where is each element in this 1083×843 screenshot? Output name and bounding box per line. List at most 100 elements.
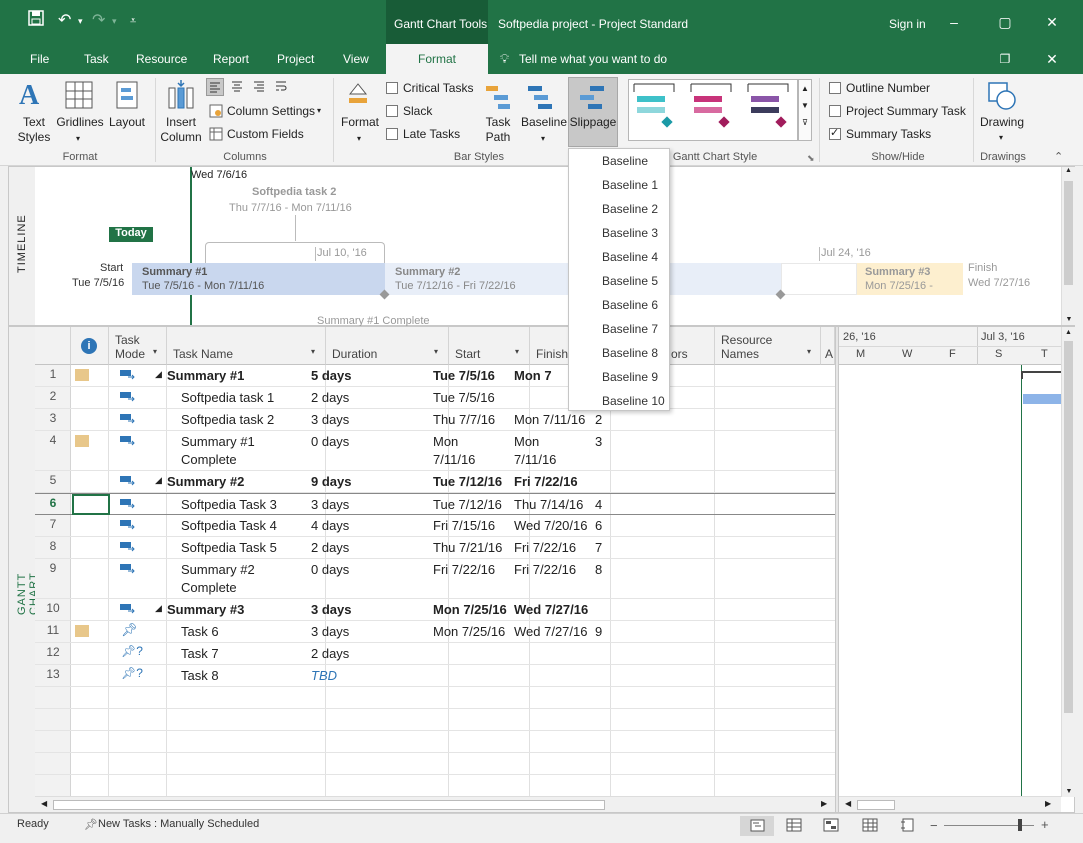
task-name[interactable]: Task 7 (181, 645, 219, 663)
critical-tasks-checkbox[interactable] (386, 82, 398, 94)
table-row[interactable]: 9 Summary #2 Complete 0 days Fri 7/22/16 Fri … (35, 559, 835, 599)
task-predecessors[interactable]: 8 (595, 561, 602, 579)
task-start-line-2[interactable]: 7/11/16 (433, 451, 475, 469)
gantt-vscrollbar[interactable]: ▲ ▼ (1061, 327, 1075, 797)
task-duration[interactable]: 3 days (311, 496, 349, 514)
column-settings-dropdown-icon[interactable]: ▾ (317, 106, 321, 115)
selected-cell[interactable] (72, 494, 110, 515)
tab-resource[interactable]: Resource (136, 52, 187, 66)
drawing-dropdown-icon[interactable]: ▾ (999, 133, 1003, 142)
menu-baseline[interactable]: Baseline (602, 154, 648, 168)
task-finish[interactable]: Mon (514, 433, 594, 451)
duration-header[interactable]: Duration ▾ (326, 327, 449, 365)
late-tasks-checkbox[interactable] (386, 128, 398, 140)
task-name[interactable]: Task 6 (181, 623, 219, 641)
task-duration[interactable]: 2 days (311, 539, 349, 557)
chart-hscrollbar[interactable]: ◀ ▶ (839, 796, 1061, 812)
task-duration[interactable]: 2 days (311, 645, 349, 663)
gantt-task-bar[interactable] (1023, 394, 1061, 404)
tab-format[interactable]: Format (386, 44, 488, 74)
menu-baseline-6[interactable]: Baseline 6 (602, 298, 658, 312)
timeline-scrollbar[interactable]: ▲ ▼ (1061, 167, 1075, 325)
gantt-style-gallery[interactable] (628, 79, 798, 141)
empty-row[interactable] (35, 709, 835, 731)
task-duration[interactable]: 0 days (311, 433, 349, 451)
menu-baseline-1[interactable]: Baseline 1 (602, 178, 658, 192)
start-header[interactable]: Start ▾ (449, 327, 530, 365)
task-duration[interactable]: 5 days (311, 367, 351, 385)
row-number[interactable]: 11 (35, 623, 71, 637)
gallery-scroll[interactable]: ▲ ▼ ⊽ (798, 79, 812, 141)
task-path-button[interactable]: Task Path (481, 115, 515, 145)
menu-baseline-5[interactable]: Baseline 5 (602, 274, 658, 288)
task-predecessors[interactable]: 3 (595, 433, 602, 451)
view-splitter[interactable] (835, 327, 839, 812)
gantt-view-button[interactable] (740, 816, 774, 836)
menu-baseline-4[interactable]: Baseline 4 (602, 250, 658, 264)
row-number[interactable]: 3 (35, 411, 71, 425)
row-number[interactable]: 13 (35, 667, 71, 681)
format-button[interactable]: Format (338, 115, 382, 130)
task-duration[interactable]: 0 days (311, 561, 349, 579)
scroll-up-icon[interactable]: ▲ (1062, 327, 1075, 336)
collapse-icon[interactable]: ◢ (155, 603, 162, 614)
text-styles-icon[interactable]: A (17, 80, 51, 111)
task-start[interactable]: Tue 7/12/16 (433, 473, 502, 491)
table-row[interactable]: 1 ◢ Summary #1 5 days Tue 7/5/16 Mon 7 (35, 365, 835, 387)
table-row[interactable]: 13 📌︎? Task 8 TBD (35, 665, 835, 687)
resource-sheet-icon[interactable] (862, 818, 878, 835)
task-duration[interactable]: 2 days (311, 389, 349, 407)
format-dropdown-icon[interactable]: ▾ (357, 134, 361, 143)
task-finish[interactable]: Fri 7/22/16 (514, 473, 594, 491)
filter-icon[interactable]: ▾ (515, 347, 519, 356)
gallery-more-icon[interactable]: ⊽ (799, 118, 811, 127)
scroll-left-icon[interactable]: ◀ (41, 799, 47, 808)
zoom-slider-thumb[interactable] (1018, 819, 1022, 831)
task-start[interactable]: Tue 7/12/16 (433, 496, 502, 514)
custom-fields-button[interactable]: Custom Fields (227, 127, 304, 142)
insert-column-icon[interactable] (165, 80, 197, 110)
new-tasks-mode[interactable]: New Tasks : Manually Scheduled (98, 818, 259, 830)
menu-baseline-3[interactable]: Baseline 3 (602, 226, 658, 240)
outline-number-checkbox[interactable] (829, 82, 841, 94)
sign-in-link[interactable]: Sign in (889, 17, 926, 31)
slack-checkbox[interactable] (386, 105, 398, 117)
task-name[interactable]: Softpedia Task 3 (181, 496, 277, 514)
task-duration[interactable]: 3 days (311, 601, 351, 619)
row-header-corner[interactable] (35, 327, 71, 365)
task-duration[interactable]: 3 days (311, 411, 349, 429)
task-finish[interactable]: Wed 7/20/16 (514, 517, 594, 535)
task-start[interactable]: Mon 7/25/16 (433, 601, 507, 619)
task-start[interactable]: Mon 7/25/16 (433, 623, 505, 641)
task-name[interactable]: Softpedia task 2 (181, 411, 274, 429)
align-left-icon[interactable] (206, 78, 224, 96)
minimize-icon[interactable]: – (944, 12, 964, 32)
table-hscrollbar[interactable]: ◀ ▶ (35, 796, 835, 812)
task-predecessors[interactable]: 2 (595, 411, 602, 429)
note-icon[interactable] (75, 435, 89, 447)
task-usage-icon[interactable] (786, 818, 802, 835)
filter-icon[interactable]: ▾ (807, 347, 811, 356)
table-row[interactable]: 5 ◢ Summary #2 9 days Tue 7/12/16 Fri 7/22/16 (35, 471, 835, 493)
row-number[interactable]: 10 (35, 601, 71, 615)
report-icon[interactable] (900, 818, 916, 835)
scroll-up-icon[interactable]: ▲ (1062, 167, 1075, 174)
row-number[interactable]: 9 (35, 561, 71, 575)
task-name[interactable]: Summary #2 (181, 561, 255, 579)
table-row[interactable]: 6 Softpedia Task 3 3 days Tue 7/12/16 Thu 7/… (35, 493, 835, 515)
empty-row[interactable] (35, 687, 835, 709)
table-row[interactable]: 2 Softpedia task 1 2 days Tue 7/5/16 (35, 387, 835, 409)
baseline-dropdown-icon[interactable]: ▾ (541, 134, 545, 143)
task-name-line-2[interactable]: Complete (181, 451, 237, 469)
filter-icon[interactable]: ▾ (311, 347, 315, 356)
task-start[interactable]: Thu 7/21/16 (433, 539, 502, 557)
task-path-icon[interactable] (484, 82, 514, 112)
task-predecessors[interactable]: 6 (595, 517, 602, 535)
row-number[interactable]: 5 (35, 473, 71, 487)
layout-icon[interactable] (114, 80, 142, 110)
collapse-icon[interactable]: ◢ (155, 475, 162, 486)
row-number[interactable]: 1 (35, 367, 71, 381)
maximize-icon[interactable]: ▢ (995, 12, 1015, 32)
add-column-header[interactable]: A (821, 327, 835, 365)
note-icon[interactable] (75, 625, 89, 637)
